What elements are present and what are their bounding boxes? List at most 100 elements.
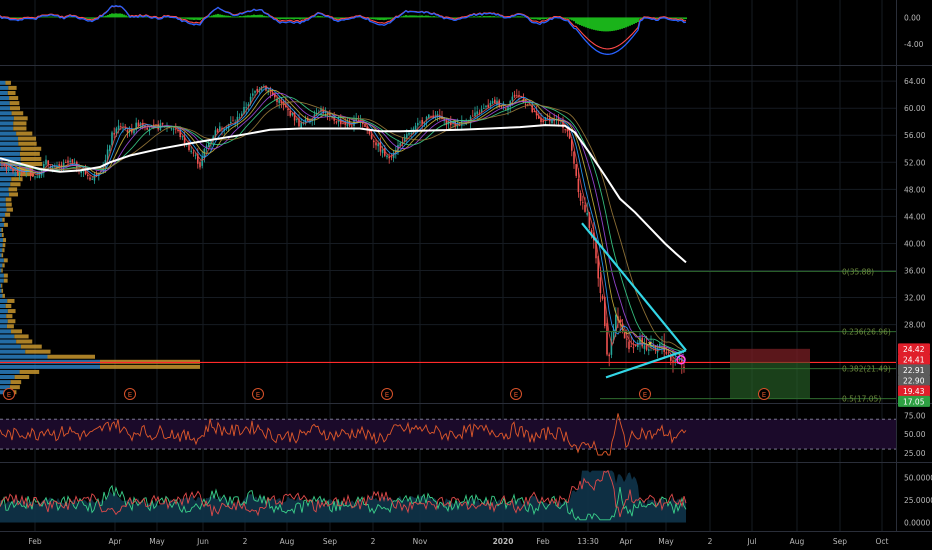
volume-profile-bar-sell <box>20 344 42 349</box>
candle-body <box>89 177 91 180</box>
candle-body <box>430 115 432 117</box>
volume-profile-bar-buy <box>0 314 7 319</box>
rsi-axis-tick-label[interactable]: 50.00 <box>904 430 926 439</box>
candle-body <box>494 99 496 104</box>
time-axis-tick-label[interactable]: Jul <box>746 537 756 546</box>
volume-profile-bar-buy <box>0 141 19 146</box>
time-axis-tick-label[interactable]: Aug <box>280 537 295 546</box>
price-axis-tick-label[interactable]: 56.00 <box>904 131 926 140</box>
volume-profile-bar-buy <box>0 233 2 237</box>
candle-body <box>293 111 296 121</box>
candle-body <box>109 145 111 152</box>
time-axis-tick-label[interactable]: 13:30 <box>577 537 599 546</box>
candle-body <box>573 151 575 164</box>
candle-body <box>120 126 122 128</box>
price-axis-tick-label[interactable]: 60.00 <box>904 104 926 113</box>
volume-profile-bar-sell <box>3 278 8 283</box>
candle-body <box>630 346 632 348</box>
earnings-marker-label: E <box>385 391 389 399</box>
volume-profile-bar-buy <box>0 126 14 131</box>
volume-profile-bar-buy <box>0 253 2 258</box>
trading-chart[interactable]: 0(35.88) 0.236(26.96) 0.382(21.49) 0.5(17.0… <box>0 0 932 550</box>
candle-body <box>172 128 175 130</box>
price-axis-tick-label[interactable]: 40.00 <box>904 239 926 248</box>
earnings-marker-label: E <box>514 391 518 399</box>
time-axis-tick-label[interactable]: Sep <box>833 537 847 546</box>
time-axis-tick-label[interactable]: Oct <box>876 537 889 546</box>
candle-body <box>474 112 476 117</box>
volume-profile-bar-sell <box>3 238 7 243</box>
earnings-marker-label: E <box>256 391 260 399</box>
candle-body <box>601 296 604 299</box>
candle-body <box>628 341 630 350</box>
time-axis-tick-label[interactable]: May <box>658 537 674 546</box>
time-axis-tick-label[interactable]: Feb <box>28 537 42 546</box>
dmi-axis-tick-label[interactable]: 25.0000 <box>904 496 932 505</box>
volume-profile-bar-sell <box>3 258 8 263</box>
volume-profile-bar-buy <box>0 359 100 364</box>
price-axis-tick-label[interactable]: 52.00 <box>904 158 926 167</box>
candle-body <box>485 105 487 108</box>
time-axis-tick-label[interactable]: Aug <box>790 537 805 546</box>
time-axis-tick-label[interactable]: Apr <box>109 537 123 546</box>
time-axis-tick-label[interactable]: Jun <box>196 537 209 546</box>
volume-profile-bar-buy <box>0 96 10 101</box>
candle-body <box>472 115 474 117</box>
price-axis-tick-label[interactable]: 28.00 <box>904 321 926 330</box>
volume-profile-bar-sell <box>1 227 4 232</box>
candle-body <box>516 94 518 96</box>
candle-body <box>296 119 298 121</box>
candle-body <box>364 124 366 127</box>
volume-profile-bar-sell <box>5 202 12 207</box>
candle-body <box>69 160 71 162</box>
candle-body <box>194 155 197 156</box>
candle-body <box>505 108 507 110</box>
volume-profile-bar-buy <box>0 283 2 288</box>
macd-axis-tick-label[interactable]: 0.00 <box>904 13 921 22</box>
price-axis-tick-label[interactable]: 48.00 <box>904 185 926 194</box>
rsi-axis-tick-label[interactable]: 75.00 <box>904 411 926 420</box>
volume-profile-bar-sell <box>13 126 27 131</box>
candle-body <box>192 152 195 154</box>
time-axis-tick-label[interactable]: Sep <box>323 537 337 546</box>
volume-profile-bar-sell <box>8 85 17 90</box>
time-axis-tick-label[interactable]: Feb <box>536 537 550 546</box>
macd-axis-tick-label[interactable]: -4.00 <box>904 40 924 49</box>
volume-profile-bar-buy <box>0 293 3 298</box>
dmi-axis-tick-label[interactable]: 0.0000 <box>904 519 930 528</box>
time-axis-tick-label[interactable]: 2 <box>371 537 376 546</box>
fib-level-label: 0.5(17.05) <box>842 395 881 404</box>
candle-body <box>351 125 353 127</box>
volume-profile-bar-sell <box>18 136 37 141</box>
position-target-zone <box>730 362 810 399</box>
candle-body <box>683 366 685 368</box>
time-axis-tick-label[interactable]: 2020 <box>493 537 514 546</box>
volume-profile-bar-sell <box>16 131 33 136</box>
time-axis-tick-label[interactable]: Apr <box>620 537 634 546</box>
time-axis-tick-label[interactable]: May <box>149 537 165 546</box>
time-axis-tick-label[interactable]: 2 <box>243 537 248 546</box>
volume-profile-bar-buy <box>0 80 6 85</box>
rsi-panel[interactable] <box>0 413 896 456</box>
candle-body <box>370 134 373 139</box>
dmi-axis-tick-label[interactable]: 50.0000 <box>904 474 932 483</box>
candle-body <box>406 134 408 139</box>
candle-body <box>45 159 47 165</box>
fib-level-label: 0.236(26.96) <box>842 328 891 337</box>
volume-profile-bar-buy <box>0 197 6 202</box>
candle-body <box>126 129 129 133</box>
candle-body <box>201 157 203 166</box>
volume-profile-bar-sell <box>8 187 18 192</box>
candle-body <box>32 174 34 177</box>
price-axis-tick-label[interactable]: 44.00 <box>904 212 926 221</box>
candle-body <box>58 164 60 167</box>
rsi-axis-tick-label[interactable]: 25.00 <box>904 449 926 458</box>
time-axis-tick-label[interactable]: Nov <box>413 537 428 546</box>
time-axis-tick-label[interactable]: 2 <box>708 537 713 546</box>
price-axis-tick-label[interactable]: 36.00 <box>904 267 926 276</box>
candle-body <box>390 156 393 158</box>
price-axis-tick-label[interactable]: 64.00 <box>904 77 926 86</box>
volume-profile-bar-sell <box>1 233 4 237</box>
candle-body <box>67 160 69 163</box>
price-axis-tick-label[interactable]: 32.00 <box>904 294 926 303</box>
